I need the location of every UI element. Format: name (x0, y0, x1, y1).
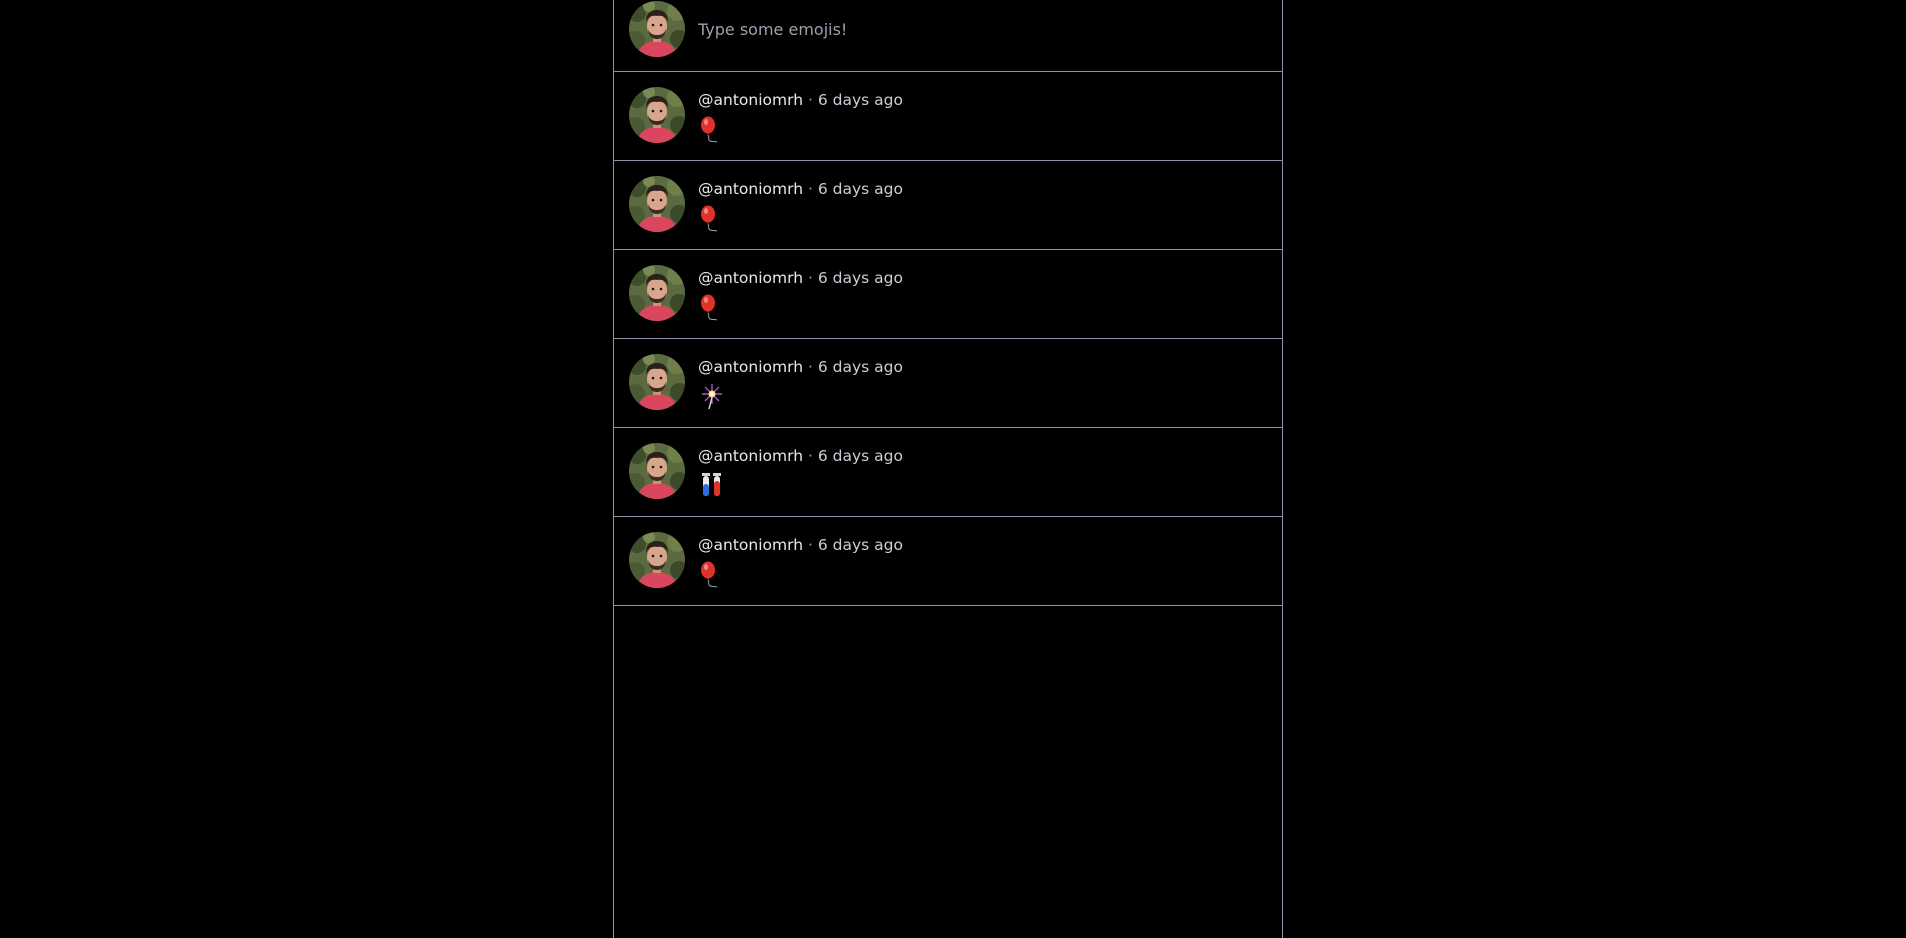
avatar (629, 87, 685, 143)
test-tubes-icon (698, 471, 728, 499)
post-meta: @antoniomrh · 6 days ago (698, 179, 903, 199)
sparkler-icon (698, 382, 728, 410)
post-meta: @antoniomrh · 6 days ago (698, 357, 903, 377)
emoji-feed: @antoniomrh · 6 days ago @antoniomrh · 6… (613, 0, 1283, 938)
post-item: @antoniomrh · 6 days ago (614, 428, 1282, 517)
post-author[interactable]: @antoniomrh (698, 91, 803, 109)
post-item: @antoniomrh · 6 days ago (614, 250, 1282, 339)
post-meta: @antoniomrh · 6 days ago (698, 90, 903, 110)
balloon-icon (698, 560, 728, 588)
avatar (629, 176, 685, 232)
emoji-input[interactable] (698, 10, 1258, 48)
balloon-icon (698, 293, 728, 321)
avatar (629, 354, 685, 410)
post-item: @antoniomrh · 6 days ago (614, 517, 1282, 606)
post-author[interactable]: @antoniomrh (698, 180, 803, 198)
avatar (629, 265, 685, 321)
meta-separator: · (803, 447, 818, 465)
balloon-icon (698, 204, 728, 232)
post-item: @antoniomrh · 6 days ago (614, 339, 1282, 428)
meta-separator: · (803, 536, 818, 554)
composer (614, 0, 1282, 72)
post-meta: @antoniomrh · 6 days ago (698, 446, 903, 466)
post-author[interactable]: @antoniomrh (698, 536, 803, 554)
meta-separator: · (803, 269, 818, 287)
post-meta: @antoniomrh · 6 days ago (698, 268, 903, 288)
post-timestamp: 6 days ago (817, 180, 903, 198)
post-timestamp: 6 days ago (817, 536, 903, 554)
post-item: @antoniomrh · 6 days ago (614, 161, 1282, 250)
avatar (629, 1, 685, 57)
balloon-icon (698, 115, 728, 143)
post-author[interactable]: @antoniomrh (698, 447, 803, 465)
post-timestamp: 6 days ago (817, 269, 903, 287)
meta-separator: · (803, 180, 818, 198)
avatar (629, 443, 685, 499)
post-author[interactable]: @antoniomrh (698, 358, 803, 376)
post-meta: @antoniomrh · 6 days ago (698, 535, 903, 555)
post-author[interactable]: @antoniomrh (698, 269, 803, 287)
post-timestamp: 6 days ago (817, 358, 903, 376)
post-timestamp: 6 days ago (817, 91, 903, 109)
avatar (629, 532, 685, 588)
meta-separator: · (803, 91, 818, 109)
post-timestamp: 6 days ago (817, 447, 903, 465)
meta-separator: · (803, 358, 818, 376)
post-item: @antoniomrh · 6 days ago (614, 72, 1282, 161)
